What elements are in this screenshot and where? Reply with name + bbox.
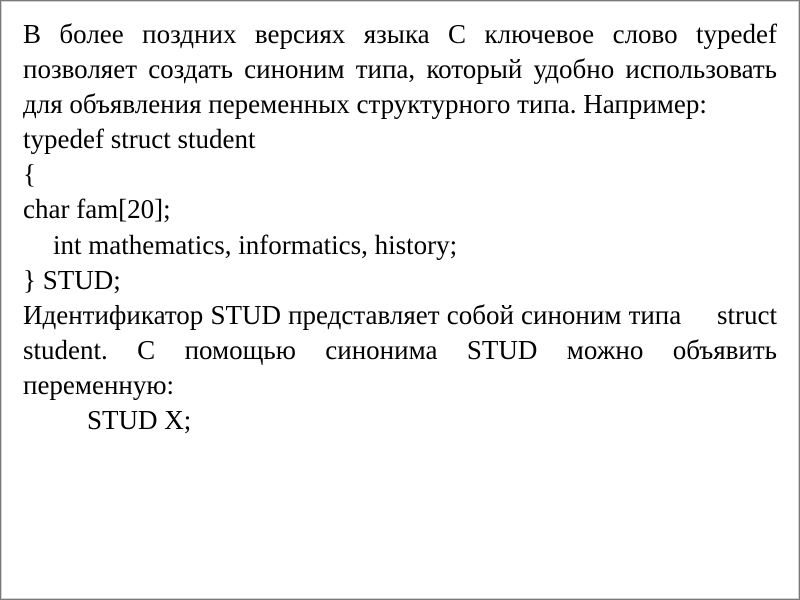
paragraph-intro: В более поздних версиях языка С ключевое… [23, 17, 777, 122]
code-line-4: int mathematics, informatics, history; [23, 228, 777, 263]
paragraph-explain-a: Идентификатор STUD представляет собой си… [23, 300, 681, 330]
paragraph-explain: Идентификатор STUD представляет собой си… [23, 298, 777, 403]
code-line-3: char fam[20]; [23, 192, 777, 227]
code-line-2: { [23, 157, 777, 192]
slide-content: В более поздних версиях языка С ключевое… [23, 17, 777, 438]
slide-frame: В более поздних версиях языка С ключевое… [0, 0, 800, 600]
code-line-5: } STUD; [23, 263, 777, 298]
code-decl: STUD X; [23, 403, 777, 438]
code-line-1: typedef struct student [23, 122, 777, 157]
